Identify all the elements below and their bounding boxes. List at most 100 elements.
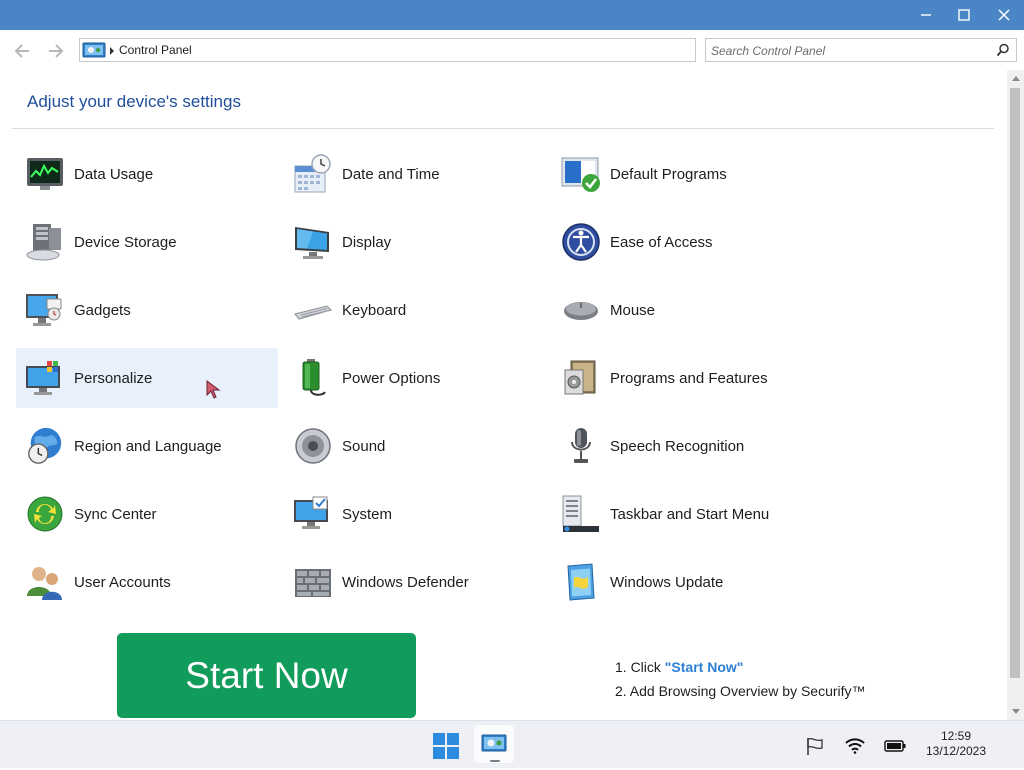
item-taskbar-and-start-menu[interactable]: Taskbar and Start Menu bbox=[552, 484, 814, 544]
ease-of-access-icon bbox=[561, 222, 601, 262]
forward-arrow-icon bbox=[49, 44, 64, 58]
device-storage-icon bbox=[25, 222, 65, 262]
tray-flag-button[interactable] bbox=[800, 722, 830, 770]
item-system[interactable]: System bbox=[284, 484, 546, 544]
item-sync-center[interactable]: Sync Center bbox=[16, 484, 278, 544]
tray-wifi-button[interactable] bbox=[840, 722, 870, 770]
item-label: Device Storage bbox=[74, 233, 177, 251]
scroll-up-button[interactable] bbox=[1007, 70, 1024, 86]
search-box[interactable]: Search Control Panel bbox=[705, 38, 1017, 62]
scroll-down-icon bbox=[1011, 709, 1020, 714]
item-user-accounts[interactable]: User Accounts bbox=[16, 552, 278, 612]
item-label: Programs and Features bbox=[610, 369, 768, 387]
item-display[interactable]: Display bbox=[284, 212, 546, 272]
item-label: Display bbox=[342, 233, 392, 251]
clock-date: 13/12/2023 bbox=[925, 744, 987, 758]
item-label: Windows Defender bbox=[342, 573, 469, 591]
flag-icon bbox=[807, 737, 823, 755]
item-label: Mouse bbox=[610, 301, 656, 319]
item-label: Date and Time bbox=[342, 165, 440, 183]
scroll-up-icon bbox=[1011, 76, 1020, 81]
clock-time: 12:59 bbox=[940, 729, 972, 743]
address-bar[interactable]: Control Panel bbox=[79, 38, 696, 62]
item-label: Keyboard bbox=[342, 301, 407, 319]
search-placeholder: Search Control Panel bbox=[711, 44, 826, 58]
scroll-down-button[interactable] bbox=[1007, 704, 1024, 720]
speech-recognition-icon bbox=[561, 426, 601, 466]
back-button[interactable] bbox=[11, 40, 33, 62]
item-default-programs[interactable]: Default Programs bbox=[552, 144, 814, 204]
personalize-icon bbox=[25, 358, 65, 398]
item-label: Region and Language bbox=[74, 437, 222, 455]
default-programs-icon bbox=[561, 154, 601, 194]
sound-icon bbox=[293, 426, 333, 466]
item-label: Power Options bbox=[342, 369, 441, 387]
search-icon[interactable] bbox=[996, 43, 1010, 57]
mouse-icon bbox=[561, 290, 601, 330]
item-device-storage[interactable]: Device Storage bbox=[16, 212, 278, 272]
mouse-cursor-icon bbox=[206, 380, 221, 399]
region-language-icon bbox=[25, 426, 65, 466]
step-2: 2. Add Browsing Overview by Securify™ bbox=[615, 683, 866, 699]
scrollbar-thumb[interactable] bbox=[1010, 88, 1020, 678]
windows-update-icon bbox=[561, 562, 601, 602]
ad-instructions: 1. Click "Start Now" 2. Add Browsing Ove… bbox=[615, 655, 866, 703]
maximize-button[interactable] bbox=[944, 0, 984, 30]
item-date-and-time[interactable]: Date and Time bbox=[284, 144, 546, 204]
power-options-icon bbox=[293, 358, 333, 398]
minimize-icon bbox=[921, 14, 931, 16]
active-app-indicator bbox=[490, 760, 500, 762]
windows-defender-icon bbox=[293, 562, 333, 602]
taskbar-control-panel-button[interactable] bbox=[474, 725, 514, 763]
item-label: Default Programs bbox=[610, 165, 727, 183]
step-1: 1. Click "Start Now" bbox=[615, 659, 744, 675]
item-label: Windows Update bbox=[610, 573, 724, 591]
item-windows-update[interactable]: Windows Update bbox=[552, 552, 814, 612]
sync-center-icon bbox=[25, 494, 65, 534]
item-mouse[interactable]: Mouse bbox=[552, 280, 814, 340]
item-speech-recognition[interactable]: Speech Recognition bbox=[552, 416, 814, 476]
item-label: User Accounts bbox=[74, 573, 171, 591]
item-sound[interactable]: Sound bbox=[284, 416, 546, 476]
item-label: Taskbar and Start Menu bbox=[610, 505, 770, 523]
data-usage-icon bbox=[25, 154, 65, 194]
item-keyboard[interactable]: Keyboard bbox=[284, 280, 546, 340]
item-programs-and-features[interactable]: Programs and Features bbox=[552, 348, 814, 408]
maximize-icon bbox=[958, 9, 970, 21]
item-label: Personalize bbox=[74, 369, 153, 387]
start-button[interactable] bbox=[426, 722, 466, 770]
title-bar bbox=[0, 0, 1024, 30]
forward-button[interactable] bbox=[45, 40, 67, 62]
windows-start-icon bbox=[433, 733, 459, 759]
item-region-and-language[interactable]: Region and Language bbox=[16, 416, 278, 476]
item-label: Gadgets bbox=[74, 301, 131, 319]
item-label: Ease of Access bbox=[610, 233, 713, 251]
start-now-button[interactable]: Start Now bbox=[117, 633, 416, 718]
tray-battery-button[interactable] bbox=[880, 722, 910, 770]
item-label: Data Usage bbox=[74, 165, 154, 183]
close-icon bbox=[998, 9, 1010, 21]
item-ease-of-access[interactable]: Ease of Access bbox=[552, 212, 814, 272]
taskbar-start-menu-icon bbox=[561, 494, 601, 534]
close-button[interactable] bbox=[984, 0, 1024, 30]
date-time-icon bbox=[293, 154, 333, 194]
control-panel-taskbar-icon bbox=[481, 734, 507, 752]
back-arrow-icon bbox=[14, 44, 29, 58]
user-accounts-icon bbox=[25, 562, 65, 602]
item-label: Sound bbox=[342, 437, 386, 455]
item-data-usage[interactable]: Data Usage bbox=[16, 144, 278, 204]
system-clock[interactable]: 12:59 13/12/2023 bbox=[920, 729, 992, 759]
keyboard-icon bbox=[293, 290, 333, 330]
start-now-link[interactable]: "Start Now" bbox=[665, 659, 744, 675]
display-icon bbox=[293, 222, 333, 262]
item-gadgets[interactable]: Gadgets bbox=[16, 280, 278, 340]
item-label: Speech Recognition bbox=[610, 437, 745, 455]
item-power-options[interactable]: Power Options bbox=[284, 348, 546, 408]
programs-features-icon bbox=[561, 358, 601, 398]
item-windows-defender[interactable]: Windows Defender bbox=[284, 552, 546, 612]
breadcrumb-control-panel[interactable]: Control Panel bbox=[119, 43, 192, 57]
item-personalize[interactable]: Personalize bbox=[16, 348, 278, 408]
item-label: System bbox=[342, 505, 393, 523]
wifi-icon bbox=[845, 738, 865, 754]
minimize-button[interactable] bbox=[906, 0, 946, 30]
